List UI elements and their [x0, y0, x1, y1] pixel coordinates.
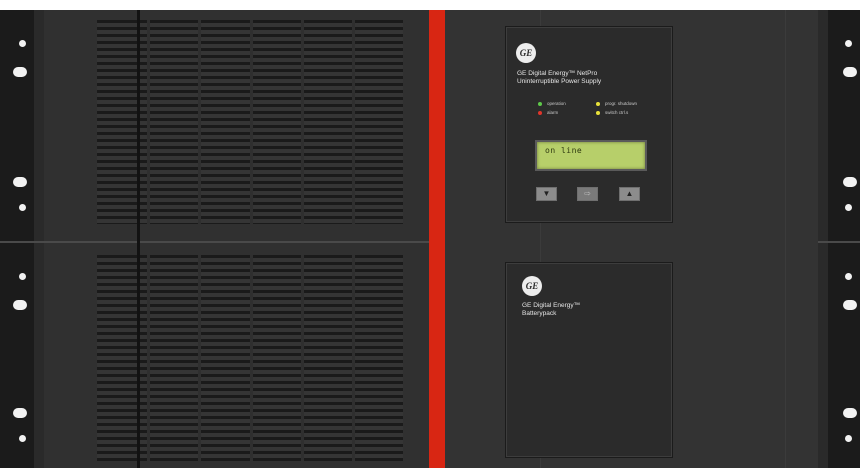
vertical-rail: [137, 10, 140, 468]
battery-brand-line2: Batterypack: [522, 310, 557, 317]
ge-logo: GE: [516, 43, 536, 63]
led-red: [538, 110, 542, 115]
led-yellow: [596, 101, 600, 106]
mount-slot: [13, 300, 27, 310]
down-button[interactable]: ▼: [536, 187, 557, 201]
arrow-up-icon: ▲: [625, 189, 634, 198]
vent-rib: [198, 255, 201, 461]
mount-hole: [845, 204, 852, 211]
lcd-status-text: on line: [545, 146, 583, 155]
mount-slot: [843, 300, 857, 310]
vent-rib: [198, 20, 201, 224]
ups-vent-grille: [97, 20, 403, 224]
enter-arrow-icon: ⇨: [584, 189, 591, 198]
mount-slot: [13, 408, 27, 418]
mount-hole: [19, 40, 26, 47]
mount-hole: [19, 204, 26, 211]
mount-slot: [843, 408, 857, 418]
mount-hole: [845, 40, 852, 47]
indicator-label: operation: [547, 101, 566, 106]
mount-hole: [845, 435, 852, 442]
vent-rib: [250, 20, 253, 224]
mount-slot: [843, 177, 857, 187]
ups-brand-line1: GE Digital Energy™ NetPro: [517, 70, 598, 77]
lcd-display: on line: [535, 140, 647, 171]
battery-brand-line1: GE Digital Energy™: [522, 302, 581, 309]
right-rack-ear: [818, 10, 860, 468]
ear-edge: [818, 10, 828, 468]
ups-rack-photo: GE GE Digital Energy™ NetPro Uninterrupt…: [0, 0, 860, 468]
ear-edge: [34, 10, 44, 468]
up-button[interactable]: ▲: [619, 187, 640, 201]
indicator-operation: operation: [538, 101, 566, 106]
mount-hole: [845, 273, 852, 280]
mount-slot: [13, 67, 27, 77]
red-accent-stripe: [429, 10, 445, 468]
vent-rib: [250, 255, 253, 461]
panel-groove: [785, 10, 786, 468]
left-rack-ear: [0, 10, 44, 468]
vent-rib: [301, 20, 304, 224]
battery-vent-grille: [97, 255, 403, 461]
ups-brand-line2: Uninterruptible Power Supply: [517, 78, 602, 85]
indicator-label: progr. shutdown: [605, 101, 638, 106]
mount-hole: [19, 435, 26, 442]
indicator-switch: switch ctrl.s: [596, 110, 628, 115]
led-green: [538, 101, 542, 106]
mount-slot: [843, 67, 857, 77]
indicator-alarm: alarm: [538, 110, 558, 115]
ge-logo: GE: [522, 276, 542, 296]
vent-rib: [147, 255, 150, 461]
vent-rib: [352, 255, 355, 461]
enter-button[interactable]: ⇨: [577, 187, 598, 201]
indicator-progr-shutdown: progr. shutdown: [596, 101, 637, 106]
mount-hole: [19, 273, 26, 280]
led-yellow: [596, 110, 600, 115]
vent-rib: [352, 20, 355, 224]
indicator-label: switch ctrl.s: [605, 110, 629, 115]
arrow-down-icon: ▼: [542, 189, 551, 198]
mount-slot: [13, 177, 27, 187]
vent-rib: [147, 20, 150, 224]
indicator-label: alarm: [547, 110, 559, 115]
vent-rib: [301, 255, 304, 461]
